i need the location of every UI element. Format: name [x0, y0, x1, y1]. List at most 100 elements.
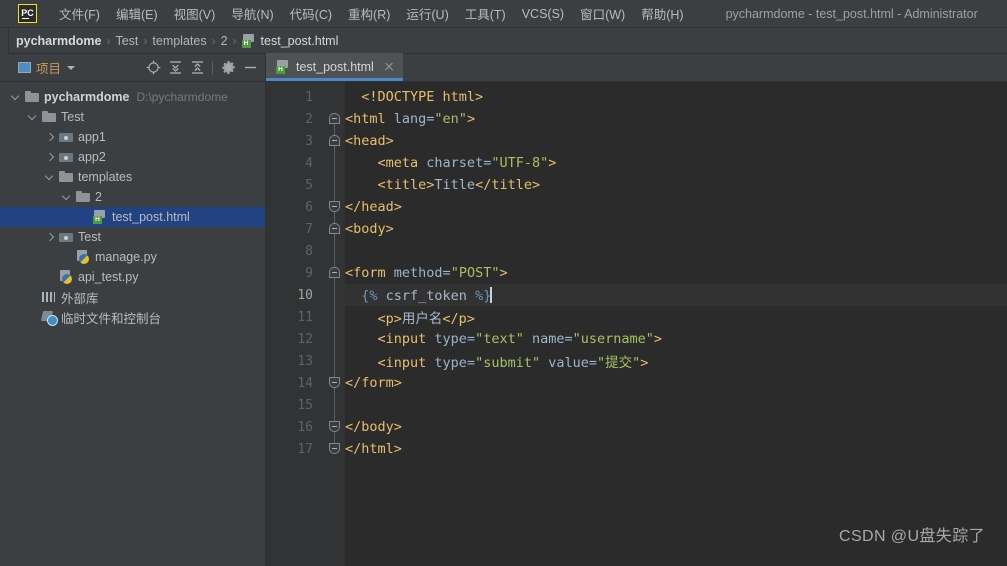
- menu-refactor[interactable]: 重构(R): [340, 1, 398, 26]
- chevron-right-icon[interactable]: [46, 233, 55, 242]
- breadcrumb-item-pycharmdome[interactable]: pycharmdome: [16, 34, 101, 48]
- tree-item-label: manage.py: [95, 250, 157, 264]
- code-line-text: {% csrf_token %}: [361, 286, 492, 304]
- code-line-7[interactable]: 7 <body>: [266, 218, 1007, 240]
- breadcrumb-item-2[interactable]: 2: [221, 34, 228, 48]
- tree-item-test[interactable]: Test: [0, 107, 265, 127]
- code-line-8[interactable]: 8: [266, 240, 1007, 262]
- code-line-9[interactable]: 9 <form method="POST">: [266, 262, 1007, 284]
- fold-marker-line-2[interactable]: [329, 113, 340, 124]
- code-line-12[interactable]: 12 <input type="text" name="username">: [266, 328, 1007, 350]
- code-line-6[interactable]: 6 </head>: [266, 196, 1007, 218]
- breadcrumb-file[interactable]: test_post.html: [261, 34, 339, 48]
- code-line-text: <meta charset="UTF-8">: [377, 155, 557, 171]
- tree-item-app1[interactable]: app1: [0, 127, 265, 147]
- fold-marker-line-14[interactable]: [329, 377, 340, 388]
- menu-window[interactable]: 窗口(W): [572, 1, 633, 26]
- breadcrumb-item-templates[interactable]: templates: [152, 34, 206, 48]
- html-file-icon: [93, 210, 107, 224]
- menu-help[interactable]: 帮助(H): [633, 1, 691, 26]
- fold-marker-line-7[interactable]: [329, 223, 340, 234]
- tree-item-外部库[interactable]: 外部库: [0, 287, 265, 307]
- line-number: 15: [297, 397, 313, 413]
- code-line-1[interactable]: 1 <!DOCTYPE html>: [266, 86, 1007, 108]
- line-number: 14: [297, 375, 313, 391]
- code-line-text: <p>用户名</p>: [377, 311, 475, 327]
- fold-marker-line-6[interactable]: [329, 201, 340, 212]
- code-line-3[interactable]: 3 <head>: [266, 130, 1007, 152]
- module-folder-icon: [59, 230, 73, 244]
- active-tab-indicator: [266, 78, 403, 81]
- code-line-text: </head>: [345, 199, 402, 215]
- settings-gear-icon[interactable]: [217, 57, 239, 79]
- tree-item-label: Test: [78, 230, 101, 244]
- chevron-down-icon[interactable]: [12, 93, 21, 102]
- expand-all-icon[interactable]: [164, 57, 186, 79]
- project-tree[interactable]: pycharmdome D:\pycharmdome Test app1 app2 tem…: [0, 82, 265, 327]
- python-file-icon: [76, 250, 90, 264]
- code-line-text: <input type="text" name="username">: [377, 331, 663, 347]
- tree-item-templates[interactable]: templates: [0, 167, 265, 187]
- code-line-14[interactable]: 14 </form>: [266, 372, 1007, 394]
- code-line-4[interactable]: 4 <meta charset="UTF-8">: [266, 152, 1007, 174]
- code-line-15[interactable]: 15: [266, 394, 1007, 416]
- breadcrumb-separator-icon: ›: [232, 33, 237, 48]
- menu-edit[interactable]: 编辑(E): [108, 1, 166, 26]
- code-line-10[interactable]: 10 {% csrf_token %}: [266, 284, 1007, 306]
- chevron-down-icon[interactable]: [46, 173, 55, 182]
- tree-item-label: 外部库: [61, 291, 99, 306]
- tree-item-临时文件和控制台[interactable]: 临时文件和控制台: [0, 307, 265, 327]
- code-line-16[interactable]: 16 </body>: [266, 416, 1007, 438]
- tree-item-test[interactable]: Test: [0, 227, 265, 247]
- tree-item-pycharmdome[interactable]: pycharmdome D:\pycharmdome: [0, 87, 265, 107]
- chevron-down-icon[interactable]: [63, 193, 72, 202]
- code-line-text: <form method="POST">: [345, 265, 508, 281]
- hide-panel-icon[interactable]: [239, 57, 261, 79]
- module-folder-icon: [59, 150, 73, 164]
- fold-marker-line-9[interactable]: [329, 267, 340, 278]
- code-line-13[interactable]: 13 <input type="submit" value="提交">: [266, 350, 1007, 372]
- code-line-17[interactable]: 17 </html>: [266, 438, 1007, 460]
- chevron-down-icon[interactable]: [67, 65, 76, 70]
- menu-tools[interactable]: 工具(T): [457, 1, 514, 26]
- tree-item-manage-py[interactable]: manage.py: [0, 247, 265, 267]
- menu-vcs[interactable]: VCS(S): [514, 4, 572, 24]
- locate-icon[interactable]: [142, 57, 164, 79]
- tree-item-test_post-html[interactable]: test_post.html: [0, 207, 265, 227]
- code-line-text: </html>: [345, 441, 402, 457]
- code-editor[interactable]: 1 <!DOCTYPE html> 2 <html lang="en"> 3 <head…: [266, 82, 1007, 566]
- code-line-5[interactable]: 5 <title>Title</title>: [266, 174, 1007, 196]
- breadcrumb[interactable]: pycharmdome › Test › templates › 2 › test_post.h…: [0, 28, 1007, 54]
- line-number: 10: [297, 287, 313, 303]
- tree-item-label: 2: [95, 190, 102, 204]
- line-number: 7: [305, 221, 313, 237]
- menu-code[interactable]: 代码(C): [282, 1, 340, 26]
- collapse-all-icon[interactable]: [186, 57, 208, 79]
- chevron-right-icon[interactable]: [46, 133, 55, 142]
- line-number: 13: [297, 353, 313, 369]
- menu-view[interactable]: 视图(V): [166, 1, 224, 26]
- tree-item-app2[interactable]: app2: [0, 147, 265, 167]
- code-line-2[interactable]: 2 <html lang="en">: [266, 108, 1007, 130]
- fold-marker-line-16[interactable]: [329, 421, 340, 432]
- menu-navigate[interactable]: 导航(N): [223, 1, 281, 26]
- menu-file[interactable]: 文件(F): [51, 1, 108, 26]
- breadcrumb-item-test[interactable]: Test: [115, 34, 138, 48]
- fold-marker-line-3[interactable]: [329, 135, 340, 146]
- module-folder-icon: [59, 130, 73, 144]
- fold-marker-line-17[interactable]: [329, 443, 340, 454]
- tree-item-api_test-py[interactable]: api_test.py: [0, 267, 265, 287]
- title-bar: PC 文件(F) 编辑(E) 视图(V) 导航(N) 代码(C) 重构(R) 运行(U) 工具…: [0, 0, 1007, 28]
- chevron-down-icon[interactable]: [29, 113, 38, 122]
- close-icon[interactable]: [383, 61, 395, 73]
- tree-item-2[interactable]: 2: [0, 187, 265, 207]
- menu-run[interactable]: 运行(U): [398, 1, 456, 26]
- scratches-icon: [42, 310, 58, 326]
- chevron-right-icon[interactable]: [46, 153, 55, 162]
- editor-tab-test-post-html[interactable]: test_post.html: [266, 53, 403, 81]
- code-line-11[interactable]: 11 <p>用户名</p>: [266, 306, 1007, 328]
